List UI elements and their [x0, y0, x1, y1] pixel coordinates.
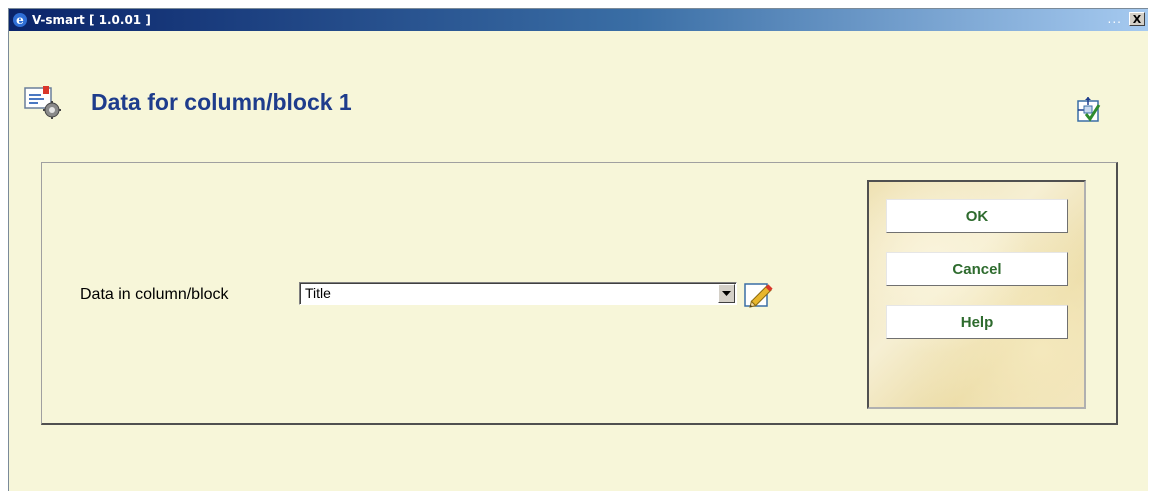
- layout-check-icon[interactable]: [1077, 97, 1101, 123]
- data-column-label: Data in column/block: [80, 286, 229, 303]
- select-value: Title: [305, 285, 331, 301]
- window-title: V-smart [ 1.0.01 ]: [32, 13, 151, 27]
- ie-e-icon: e: [12, 12, 28, 28]
- data-column-select[interactable]: Title: [299, 282, 737, 305]
- title-ellipsis: ...: [1107, 12, 1122, 26]
- help-button[interactable]: Help: [886, 305, 1068, 339]
- close-button[interactable]: X: [1129, 12, 1145, 26]
- title-bar[interactable]: e V-smart [ 1.0.01 ] ... X: [9, 9, 1148, 31]
- cancel-button[interactable]: Cancel: [886, 252, 1068, 286]
- page-title: Data for column/block 1: [91, 89, 352, 115]
- svg-text:e: e: [16, 13, 24, 27]
- document-settings-icon: [24, 85, 64, 119]
- ok-button[interactable]: OK: [886, 199, 1068, 233]
- pencil-icon[interactable]: [744, 279, 778, 309]
- dropdown-arrow-icon[interactable]: [718, 284, 735, 303]
